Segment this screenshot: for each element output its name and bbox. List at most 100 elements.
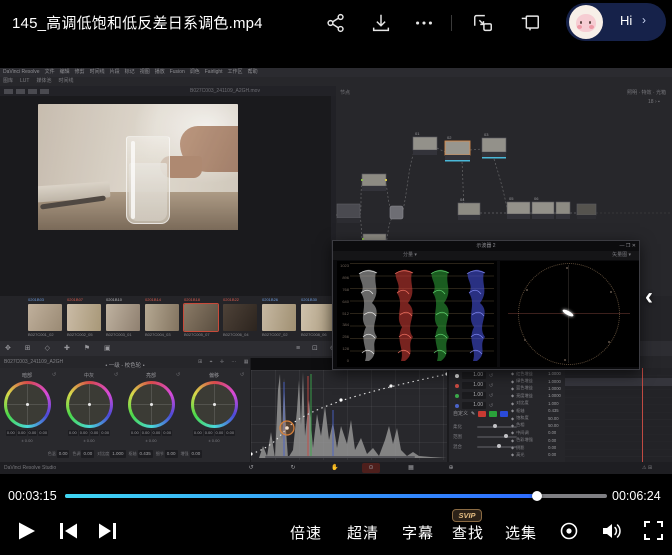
episodes-button[interactable]: 选集	[505, 522, 537, 543]
fullscreen-icon[interactable]	[644, 521, 663, 540]
slider-row: 柔化	[453, 422, 517, 431]
keyframe-track	[565, 368, 672, 462]
viewer-clip-name: B027C003_241109_A2GH.mov	[190, 86, 260, 96]
redo-icon: ↻	[284, 463, 302, 473]
player-controls: 00:03:15 00:06:24 倍速 超清 字幕 查找 SVIP 选集	[0, 481, 672, 555]
waveform-scale: 10238967686405123842561280	[337, 263, 349, 363]
clip-thumbnail	[145, 304, 179, 331]
node-01: 01	[413, 131, 437, 155]
lift-values: 0.000.000.000.00	[0, 430, 56, 436]
blue-swatch	[500, 411, 508, 417]
greeting-label: Hi	[620, 13, 632, 28]
node-07	[556, 202, 570, 219]
progress-handle[interactable]	[532, 491, 542, 501]
add-icon: ⊕	[442, 463, 460, 473]
avatar-eye	[589, 21, 591, 24]
video-frame[interactable]: DaVinci Resolve文件编辑修剪时间线片段标记视图播放Fusion调色…	[0, 45, 672, 481]
node-02-selected: 02	[445, 135, 470, 162]
play-button[interactable]	[14, 519, 38, 543]
quality-button[interactable]: 超清	[347, 522, 379, 543]
wheel-label-offset: 偏移	[185, 372, 243, 379]
clip-item: 0201B30B027C008_06	[301, 296, 335, 339]
more-icon[interactable]	[413, 12, 435, 34]
param-row-g: 1.00↺	[455, 391, 493, 400]
svg-text:03: 03	[484, 132, 489, 137]
gain-master-value: ± 0.00	[122, 438, 180, 443]
gamma-master-value: ± 0.00	[60, 438, 118, 443]
gamma-wheel	[66, 381, 113, 428]
drawer-chevron-icon[interactable]: ‹	[645, 283, 653, 311]
waveform-type-dropdown: 分量 ▾	[403, 251, 417, 260]
share-icon[interactable]	[325, 12, 347, 34]
node-08	[577, 204, 596, 219]
cursor-ring	[280, 421, 294, 435]
slider-row: 混合	[453, 442, 517, 451]
green-swatch	[489, 411, 497, 417]
download-icon[interactable]	[370, 12, 392, 34]
next-episode-button[interactable]	[96, 519, 120, 543]
node-06: 06	[532, 196, 554, 219]
wheel-label-gain: 亮部	[122, 372, 180, 379]
prev-episode-button[interactable]	[56, 519, 80, 543]
volume-icon[interactable]	[601, 521, 623, 541]
clip-thumbnail	[301, 304, 335, 331]
clip-thumbnail	[106, 304, 140, 331]
svg-text:05: 05	[509, 196, 514, 201]
avatar-cheek	[577, 25, 582, 29]
keyframe-parameter-list: ◆红色增益1.0000 ◆绿色增益1.0000 ◆蓝色增益1.0000 ◆亮度增…	[511, 370, 563, 459]
cast-icon[interactable]	[519, 12, 541, 34]
reset-icon: ↺	[176, 372, 180, 378]
subtitles-button[interactable]: 字幕	[402, 522, 434, 543]
curves-graph	[251, 370, 447, 460]
screen: 145_高调低饱和低反差日系调色.mp4	[0, 0, 672, 555]
node-input	[337, 204, 360, 223]
scopes-window-title: 示波器 2	[333, 241, 639, 251]
record-icon[interactable]	[559, 521, 579, 541]
wheels-panel-title: • 一级 - 校色轮 •	[0, 361, 250, 369]
progress-played	[65, 494, 538, 498]
playback-speed-button[interactable]: 倍速	[290, 522, 322, 543]
lift-wheel	[4, 381, 51, 428]
node-graph-header: 节点 照明 · 特效 · 光箱	[336, 88, 672, 98]
chevron-right-icon: ›	[642, 13, 646, 27]
curves-panel: 自定义 ▾	[250, 358, 448, 462]
histogram	[259, 372, 447, 458]
node-03: 03	[482, 132, 506, 159]
resolve-ui-in-video: DaVinci Resolve文件编辑修剪时间线片段标记视图播放Fusion调色…	[0, 68, 672, 474]
slider-row: 范围	[453, 432, 517, 441]
svg-text:04: 04	[460, 197, 465, 202]
avatar[interactable]	[569, 5, 603, 39]
clip-thumbnail	[28, 304, 62, 331]
keyframe-panel: 1.00↺ 1.00↺ 1.00↺ 1.00↺ 自定义 ✎ 柔化 范围 混合 ◆…	[448, 368, 672, 462]
keyframe-track-highlight	[565, 378, 672, 386]
waveform-traces	[350, 263, 494, 363]
pip-icon[interactable]	[472, 12, 494, 34]
resolve-menubar: DaVinci Resolve文件编辑修剪时间线片段标记视图播放Fusion调色…	[0, 68, 672, 77]
gamma-values: 0.000.000.000.00	[60, 430, 118, 436]
reset-icon: ↺	[240, 372, 244, 378]
clip-item: 0201B10B027C003_01	[106, 296, 140, 339]
clip-thumbnail-current	[184, 304, 218, 331]
grid-icon: ▦	[402, 463, 420, 473]
video-title: 145_高调低饱和低反差日系调色.mp4	[12, 12, 263, 33]
resolve-toolbar: 图库LUT媒体池时间线	[0, 77, 672, 86]
node-graph: 01 02 03 04 05 06	[336, 98, 672, 240]
clip-item: 0201B03B027C001_02	[28, 296, 62, 339]
gain-wheel	[128, 381, 175, 428]
progress-bar[interactable]	[65, 494, 607, 498]
svip-badge: SVIP	[452, 509, 482, 522]
clip-thumbnail	[262, 304, 296, 331]
param-row-b: 1.00↺	[455, 401, 493, 410]
search-in-video-button[interactable]: 查找	[452, 522, 484, 543]
reset-icon: ↺	[114, 372, 118, 378]
keyframe-playhead	[642, 368, 643, 462]
clip-item: 0201B14B027C004_03	[145, 296, 179, 339]
red-swatch	[478, 411, 486, 417]
curves-scrollbar	[265, 456, 415, 458]
scene-soft-overlay	[38, 104, 238, 230]
offset-master-value: ± 0.00	[185, 438, 243, 443]
scopes-window-buttons: — ❐ ✕	[620, 241, 636, 251]
node-05: 05	[507, 196, 530, 219]
video-preview-glass-of-water	[38, 104, 238, 230]
offset-wheel	[191, 381, 238, 428]
